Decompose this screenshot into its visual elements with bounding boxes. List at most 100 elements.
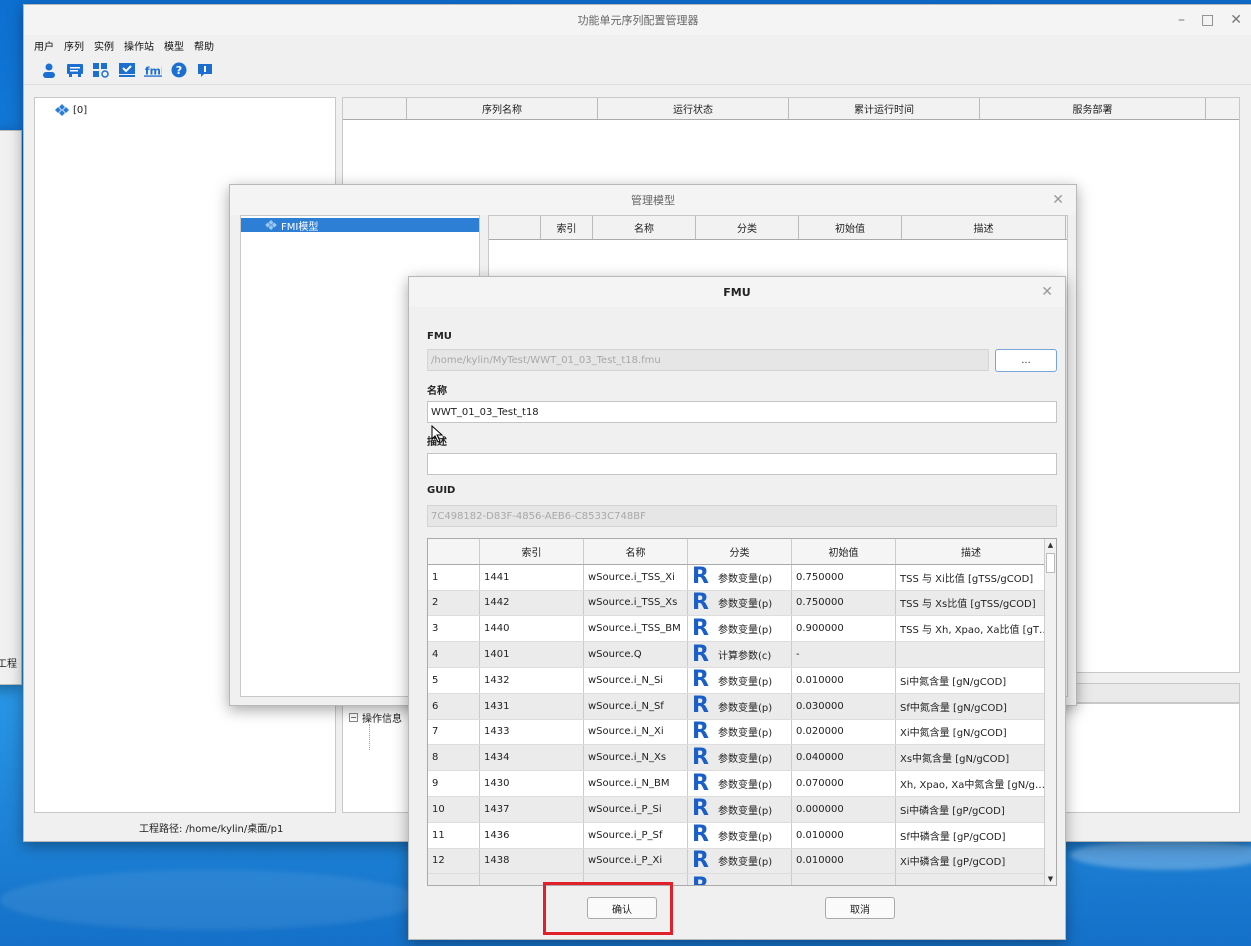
desktop-streak [1070, 840, 1251, 870]
cancel-button[interactable]: 取消 [825, 897, 895, 919]
row-number: 7 [428, 719, 480, 745]
menu-help[interactable]: 帮助 [194, 38, 214, 53]
menu-station[interactable]: 操作站 [124, 38, 154, 53]
col-desc[interactable]: 描述 [902, 216, 1066, 239]
maximize-button[interactable]: □ [1201, 12, 1214, 28]
real-type-icon: R [692, 693, 709, 719]
row-name: wSource.i_N_Xs [584, 745, 688, 771]
row-desc: Sf中氮含量 [gN/gCOD] [896, 693, 1047, 719]
table-row[interactable]: 9 1430 wSource.i_N_BM R 参数变量(p) 0.070000 Xh, X… [428, 771, 1056, 797]
table-row[interactable]: 7 1433 wSource.i_N_Xi R 参数变量(p) 0.020000 Xi中氮含… [428, 719, 1056, 746]
row-desc: TSS 与 Xi比值 [gTSS/gCOD] [896, 564, 1047, 590]
table-row[interactable]: 5 1432 wSource.i_N_Si R 参数变量(p) 0.010000 Si中氮含… [428, 667, 1056, 694]
table-scrollbar[interactable]: ▲ ▼ [1044, 539, 1056, 885]
table-row[interactable]: 6 1431 wSource.i_N_Sf R 参数变量(p) 0.030000 Sf中氮含… [428, 693, 1056, 720]
tree-root-label: [0] [73, 104, 88, 116]
menu-user[interactable]: 用户 [34, 38, 54, 53]
sequence-table-header: 序列名称 运行状态 累计运行时间 服务部署 [343, 98, 1239, 120]
table-row[interactable]: 4 1401 wSource.Q R 计算参数(c) - [428, 642, 1056, 668]
close-icon[interactable]: ✕ [1052, 185, 1064, 215]
col-run-state[interactable]: 运行状态 [598, 98, 789, 119]
menu-instance[interactable]: 实例 [94, 38, 114, 53]
row-category: R 参数变量(p) [688, 848, 792, 874]
svg-text:?: ? [176, 64, 182, 77]
col-deploy[interactable]: 服务部署 [980, 98, 1206, 119]
row-desc: Si中氮含量 [gN/gCOD] [896, 667, 1047, 693]
row-desc: Sf中磷含量 [gP/gCOD] [896, 822, 1047, 848]
fmu-titlebar[interactable]: FMU ✕ [409, 277, 1065, 307]
collapse-icon[interactable]: − [349, 713, 358, 722]
row-category: R 参数变量(p) [688, 822, 792, 848]
tree-root-node[interactable]: [0] [55, 104, 87, 116]
row-name: wSource.Q [584, 642, 688, 667]
menu-sequence[interactable]: 序列 [64, 38, 84, 53]
col-index[interactable]: 索引 [541, 216, 593, 239]
table-row[interactable]: 10 1437 wSource.i_P_Si R 参数变量(p) 0.000000 Si中磷… [428, 796, 1056, 823]
main-titlebar[interactable]: 功能单元序列配置管理器 – □ ✕ [24, 5, 1251, 35]
log-root-node[interactable]: − 操作信息 [349, 710, 402, 725]
col-initial[interactable]: 初始值 [799, 216, 902, 239]
help-icon[interactable]: ? [170, 61, 188, 79]
row-index: 1438 [480, 848, 584, 874]
row-desc: Xs中氮含量 [gN/gCOD] [896, 745, 1047, 771]
table-row[interactable]: 3 1440 wSource.i_TSS_BM R 参数变量(p) 0.900000 TSS… [428, 616, 1056, 643]
col-initial[interactable]: 初始值 [792, 539, 896, 564]
browse-button[interactable]: ... [995, 349, 1057, 372]
info-icon[interactable] [196, 61, 214, 79]
station-icon[interactable] [118, 61, 136, 79]
user-icon[interactable] [40, 61, 58, 79]
table-row[interactable]: 8 1434 wSource.i_N_Xs R 参数变量(p) 0.040000 Xs中氮含… [428, 745, 1056, 772]
name-field[interactable]: WWT_01_03_Test_t18 [427, 401, 1057, 423]
category-text: 参数变量(p) [718, 754, 773, 766]
col-name[interactable]: 名称 [593, 216, 696, 239]
col-index[interactable]: 索引 [480, 539, 584, 564]
row-initial: 0.040000 [792, 745, 896, 771]
row-category: R 参数变量(p) [688, 719, 792, 745]
row-index: 1432 [480, 667, 584, 693]
sequence-icon[interactable] [66, 61, 84, 79]
col-blank [428, 539, 480, 564]
real-type-icon: R [692, 564, 709, 590]
table-row[interactable]: 1 1441 wSource.i_TSS_Xi R 参数变量(p) 0.750000 TSS… [428, 564, 1056, 591]
fmu-path-field: /home/kylin/MyTest/WWT_01_03_Test_t18.fm… [427, 349, 989, 371]
confirm-highlight-box [543, 882, 673, 935]
mouse-cursor-icon [431, 425, 444, 443]
tree-item-fmi-model[interactable]: FMI模型 [241, 218, 479, 233]
description-field[interactable] [427, 453, 1057, 475]
row-number: 6 [428, 693, 480, 719]
log-root-label: 操作信息 [362, 714, 402, 725]
row-index: 1401 [480, 642, 584, 667]
table-row[interactable]: 2 1442 wSource.i_TSS_Xs R 参数变量(p) 0.750000 TSS… [428, 590, 1056, 617]
row-category: R 参数变量(p) [688, 745, 792, 771]
scroll-down-icon[interactable]: ▼ [1045, 873, 1056, 885]
minimize-button[interactable]: – [1178, 12, 1185, 28]
category-text: 参数变量(p) [718, 599, 773, 611]
col-desc[interactable]: 描述 [896, 539, 1047, 564]
row-number: 5 [428, 667, 480, 693]
row-desc: TSS 与 Xs比值 [gTSS/gCOD] [896, 590, 1047, 616]
name-label: 名称 [427, 386, 447, 397]
fmu-dialog: FMU ✕ FMU /home/kylin/MyTest/WWT_01_03_T… [408, 276, 1066, 940]
instance-icon[interactable] [92, 61, 110, 79]
row-cell [428, 874, 480, 885]
close-button[interactable]: ✕ [1230, 12, 1242, 28]
background-window: 工程 [0, 130, 22, 685]
col-category[interactable]: 分类 [696, 216, 799, 239]
menu-model[interactable]: 模型 [164, 38, 184, 53]
fmi-icon[interactable]: fmi [144, 61, 162, 79]
col-run-time[interactable]: 累计运行时间 [789, 98, 980, 119]
row-name: wSource.i_N_Xi [584, 719, 688, 745]
table-row[interactable]: 12 1438 wSource.i_P_Xi R 参数变量(p) 0.010000 Xi中磷… [428, 848, 1056, 875]
close-icon[interactable]: ✕ [1041, 277, 1053, 307]
col-sequence-name[interactable]: 序列名称 [407, 98, 598, 119]
col-name[interactable]: 名称 [584, 539, 688, 564]
table-row[interactable]: 11 1436 wSource.i_P_Sf R 参数变量(p) 0.010000 Sf中磷… [428, 822, 1056, 849]
row-initial: 0.030000 [792, 693, 896, 719]
table-body: 1 1441 wSource.i_TSS_Xi R 参数变量(p) 0.750000 TSS… [428, 564, 1056, 885]
table-row[interactable]: R [428, 874, 1056, 885]
scroll-thumb[interactable] [1046, 553, 1055, 573]
col-category[interactable]: 分类 [688, 539, 792, 564]
model-manager-title: 管理模型 [631, 194, 675, 207]
model-manager-titlebar[interactable]: 管理模型 ✕ [230, 185, 1076, 215]
scroll-up-icon[interactable]: ▲ [1045, 539, 1056, 551]
